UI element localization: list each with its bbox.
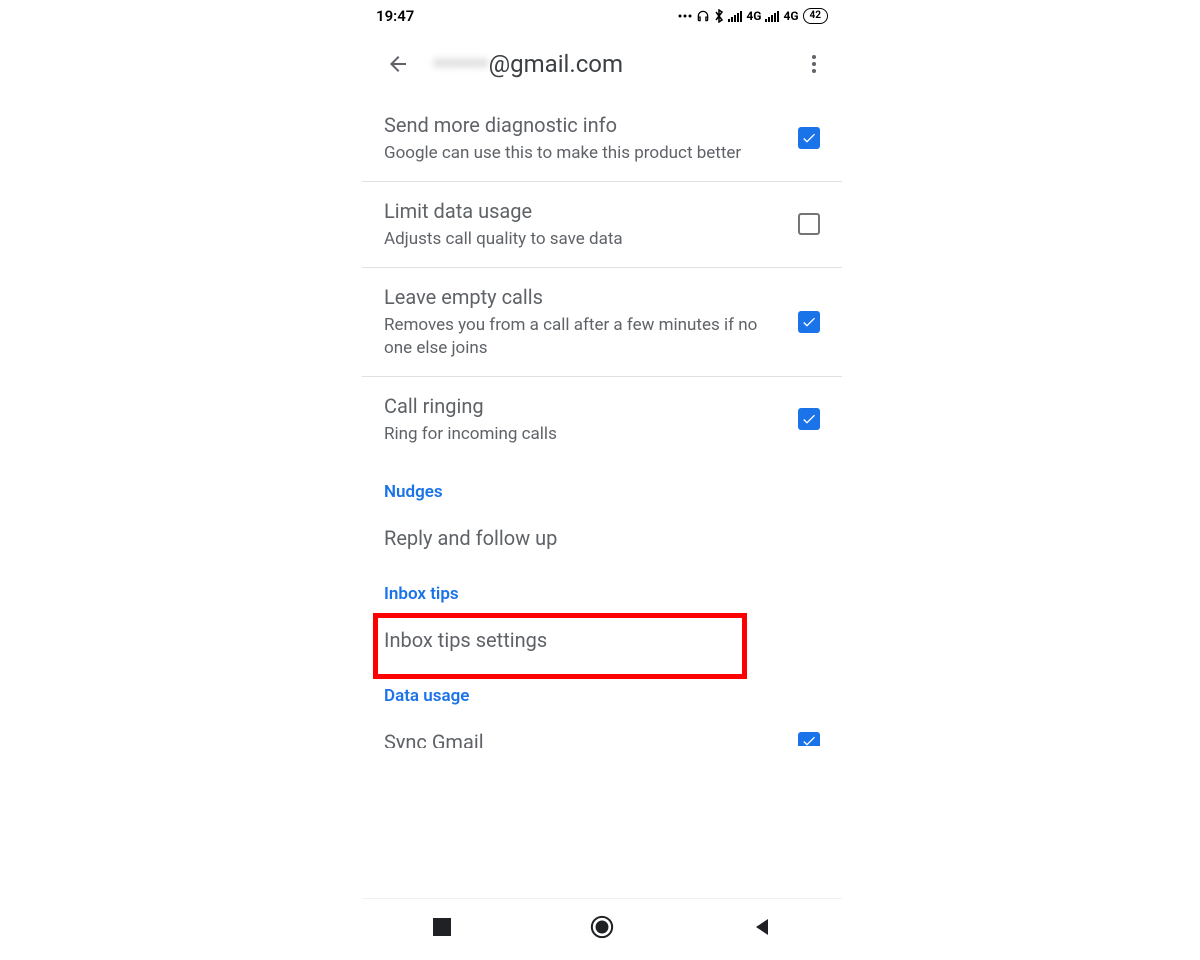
nav-home-button[interactable]	[590, 915, 614, 939]
triangle-back-icon	[752, 917, 772, 937]
setting-diagnostic-desc: Google can use this to make this product…	[384, 142, 782, 165]
more-options-button[interactable]	[802, 52, 826, 76]
leave-empty-checkbox[interactable]	[798, 311, 820, 333]
circle-icon	[590, 914, 614, 940]
settings-content: Send more diagnostic info Google can use…	[362, 96, 842, 748]
setting-leave-empty[interactable]: Leave empty calls Removes you from a cal…	[362, 268, 842, 377]
setting-call-ringing-title: Call ringing	[384, 393, 782, 419]
nav-recent-button[interactable]	[430, 915, 454, 939]
square-icon	[433, 918, 451, 936]
network-1-label: 4G	[746, 9, 761, 23]
back-button[interactable]	[386, 52, 410, 76]
call-ringing-checkbox[interactable]	[798, 408, 820, 430]
setting-limit-data-title: Limit data usage	[384, 198, 782, 224]
section-inbox-tips: Inbox tips	[362, 564, 842, 614]
check-icon	[801, 736, 817, 746]
setting-inbox-tips[interactable]: Inbox tips settings	[362, 614, 842, 666]
check-icon	[801, 411, 817, 427]
phone-frame: 19:47 4G 4G 42 ••••••	[362, 0, 842, 896]
check-icon	[801, 314, 817, 330]
signal-1-icon	[728, 10, 742, 22]
headphones-icon	[696, 9, 710, 23]
setting-limit-data-desc: Adjusts call quality to save data	[384, 228, 782, 251]
nav-back-button[interactable]	[750, 915, 774, 939]
inbox-tips-settings-title: Inbox tips settings	[384, 628, 820, 652]
battery-indicator: 42	[803, 8, 828, 24]
status-time: 19:47	[376, 7, 414, 25]
sync-gmail-checkbox[interactable]	[798, 732, 820, 746]
signal-2-icon	[765, 10, 779, 22]
reply-follow-title: Reply and follow up	[384, 526, 820, 550]
email-hidden-part: ••••••	[434, 50, 489, 78]
status-indicators: 4G 4G 42	[678, 8, 828, 24]
setting-sync-gmail[interactable]: Sync Gmail	[362, 716, 842, 748]
app-bar: •••••• @gmail.com	[362, 32, 842, 96]
account-email-title: •••••• @gmail.com	[434, 50, 623, 78]
limit-data-checkbox[interactable]	[798, 213, 820, 235]
bluetooth-icon	[714, 9, 724, 23]
sync-gmail-title: Sync Gmail	[384, 730, 782, 748]
section-nudges: Nudges	[362, 462, 842, 512]
setting-leave-empty-title: Leave empty calls	[384, 284, 782, 310]
network-2-label: 4G	[783, 9, 798, 23]
setting-diagnostic-title: Send more diagnostic info	[384, 112, 782, 138]
setting-call-ringing[interactable]: Call ringing Ring for incoming calls	[362, 377, 842, 462]
more-dots-icon	[678, 13, 692, 19]
setting-call-ringing-desc: Ring for incoming calls	[384, 423, 782, 446]
setting-limit-data[interactable]: Limit data usage Adjusts call quality to…	[362, 182, 842, 268]
status-bar: 19:47 4G 4G 42	[362, 0, 842, 32]
setting-diagnostic[interactable]: Send more diagnostic info Google can use…	[362, 96, 842, 182]
setting-leave-empty-desc: Removes you from a call after a few minu…	[384, 314, 782, 360]
email-visible-part: @gmail.com	[489, 50, 623, 78]
check-icon	[801, 130, 817, 146]
navigation-bar	[362, 898, 842, 954]
diagnostic-checkbox[interactable]	[798, 127, 820, 149]
setting-reply-follow[interactable]: Reply and follow up	[362, 512, 842, 564]
section-data-usage: Data usage	[362, 666, 842, 716]
